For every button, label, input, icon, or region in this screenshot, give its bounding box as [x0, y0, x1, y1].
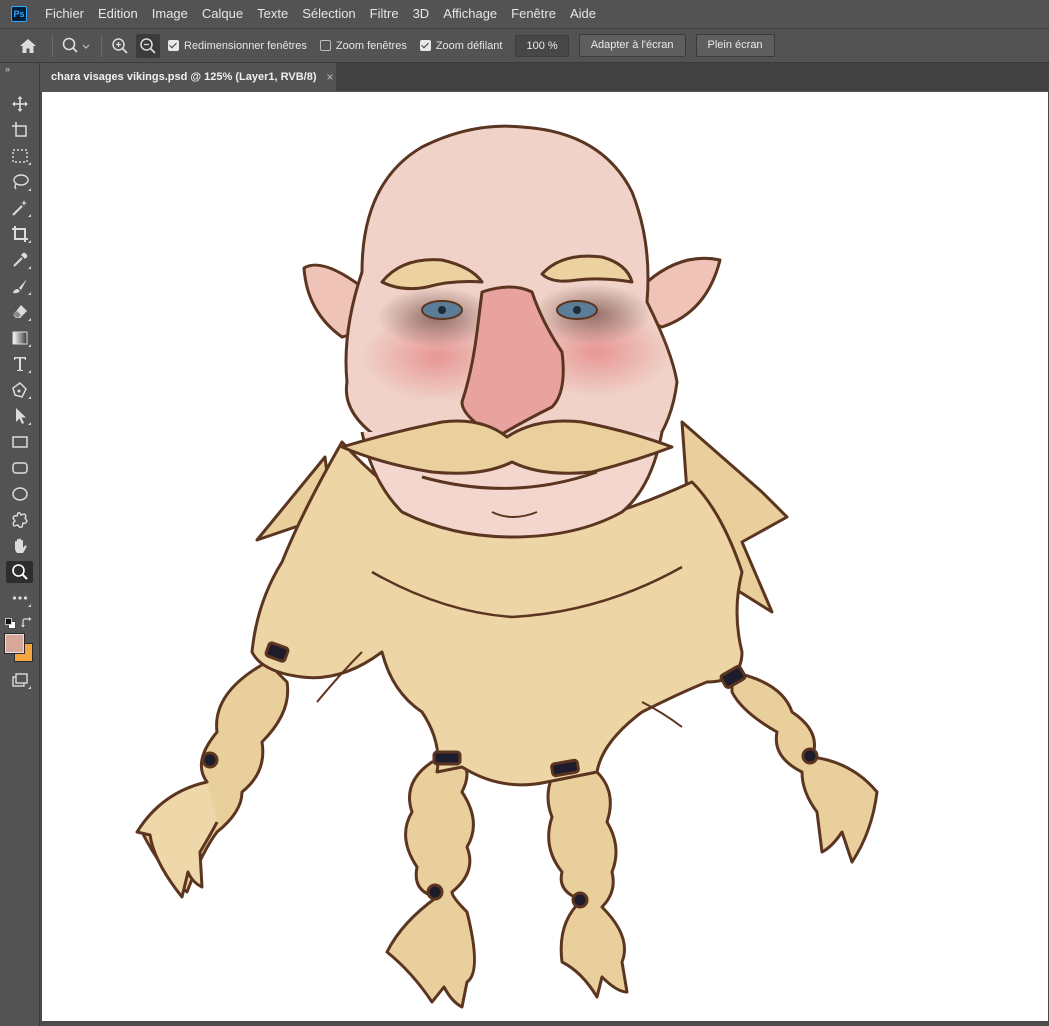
resize-windows-label: Redimensionner fenêtres	[184, 39, 307, 52]
gradient-tool-icon[interactable]	[6, 327, 33, 349]
tools-panel: »	[0, 63, 40, 1026]
swap-colors-icon[interactable]	[21, 616, 33, 628]
move-tool-icon[interactable]	[6, 93, 33, 115]
more-tools-icon[interactable]	[6, 587, 33, 609]
options-bar: Redimensionner fenêtres Zoom fenêtres Zo…	[0, 29, 1049, 63]
photoshop-logo-icon: Ps	[11, 6, 27, 22]
menu-calque[interactable]: Calque	[195, 0, 250, 28]
middle-braids	[385, 760, 629, 1009]
resize-windows-checkbox[interactable]: Redimensionner fenêtres	[168, 40, 307, 52]
foreground-color-swatch[interactable]	[4, 633, 25, 654]
marquee-tool-icon[interactable]	[6, 145, 33, 167]
zoom-percent-field[interactable]: 100 %	[515, 34, 569, 57]
options-divider	[101, 34, 102, 57]
eraser-tool-icon[interactable]	[6, 301, 33, 323]
default-colors-icon[interactable]	[5, 616, 16, 629]
custom-shape-tool-icon[interactable]	[6, 509, 33, 531]
magic-wand-tool-icon[interactable]	[6, 197, 33, 219]
screen-mode-icon[interactable]	[6, 669, 33, 691]
fit-screen-button[interactable]: Adapter à l'écran	[578, 34, 686, 57]
home-icon[interactable]	[16, 34, 40, 58]
fill-screen-button[interactable]: Plein écran	[695, 34, 775, 57]
menu-texte[interactable]: Texte	[250, 0, 295, 28]
menu-3d[interactable]: 3D	[406, 0, 437, 28]
menu-filtre[interactable]: Filtre	[363, 0, 406, 28]
document-tab[interactable]: chara visages vikings.psd @ 125% (Layer1…	[40, 63, 336, 91]
zoom-all-windows-label: Zoom fenêtres	[335, 39, 407, 52]
rectangle-tool-icon[interactable]	[6, 431, 33, 453]
zoom-out-icon[interactable]	[136, 33, 160, 58]
right-braid	[730, 670, 879, 864]
zoom-in-icon[interactable]	[108, 34, 132, 58]
close-icon[interactable]: ×	[326, 70, 333, 84]
rounded-rectangle-tool-icon[interactable]	[6, 457, 33, 479]
pen-tool-icon[interactable]	[6, 379, 33, 401]
collapse-panel-icon[interactable]: »	[5, 64, 10, 74]
artboard-tool-icon[interactable]	[6, 119, 33, 141]
menu-fenetre[interactable]: Fenêtre	[504, 0, 563, 28]
crop-tool-icon[interactable]	[6, 223, 33, 245]
canvas-area[interactable]	[40, 92, 1049, 1026]
lasso-tool-icon[interactable]	[6, 171, 33, 193]
document-tab-strip: chara visages vikings.psd @ 125% (Layer1…	[40, 63, 1049, 91]
menu-bar: Ps Fichier Edition Image Calque Texte Sé…	[0, 0, 1049, 29]
brush-tool-icon[interactable]	[6, 275, 33, 297]
menu-affichage[interactable]: Affichage	[436, 0, 504, 28]
zoom-all-windows-checkbox[interactable]: Zoom fenêtres	[319, 39, 407, 52]
zoom-tool-icon[interactable]	[6, 561, 33, 583]
menu-fichier[interactable]: Fichier	[38, 0, 91, 28]
eyedropper-tool-icon[interactable]	[6, 249, 33, 271]
zoom-preset-icon[interactable]	[59, 34, 95, 58]
ellipse-tool-icon[interactable]	[6, 483, 33, 505]
hand-tool-icon[interactable]	[6, 535, 33, 557]
scrubby-zoom-checkbox[interactable]: Zoom défilant	[419, 39, 503, 52]
options-divider	[52, 34, 53, 57]
path-selection-tool-icon[interactable]	[6, 405, 33, 427]
menu-image[interactable]: Image	[145, 0, 195, 28]
checkbox-icon[interactable]	[319, 40, 331, 51]
menu-aide[interactable]: Aide	[563, 0, 603, 28]
left-braid	[135, 660, 290, 899]
scrubby-zoom-label: Zoom défilant	[435, 39, 503, 52]
checkbox-icon[interactable]	[419, 40, 431, 51]
menu-selection[interactable]: Sélection	[295, 0, 362, 28]
document-canvas[interactable]	[42, 92, 1048, 1021]
document-tab-title: chara visages vikings.psd @ 125% (Layer1…	[51, 71, 317, 83]
type-tool-icon[interactable]	[6, 353, 33, 375]
checkbox-icon[interactable]	[168, 40, 179, 51]
menu-edition[interactable]: Edition	[91, 0, 145, 28]
viking-face-illustration	[135, 124, 879, 1009]
